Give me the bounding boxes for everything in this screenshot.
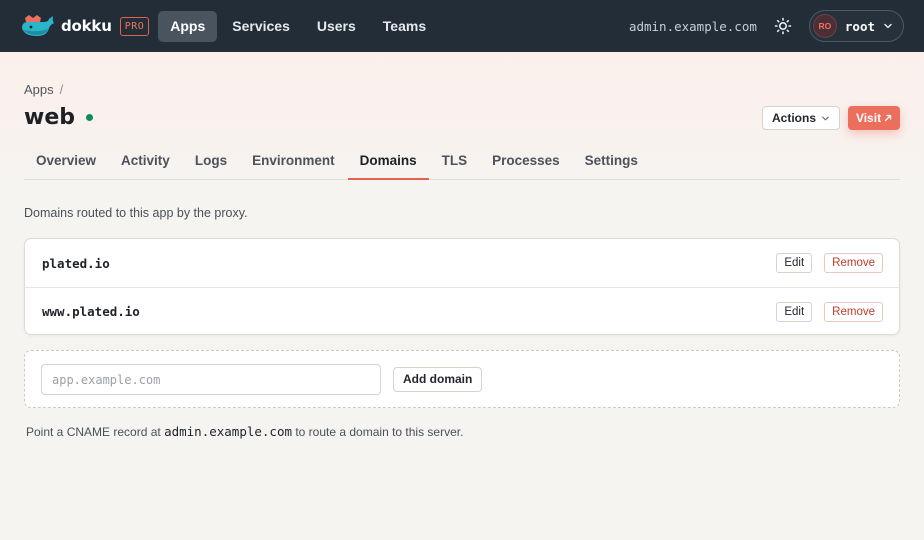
tab-processes[interactable]: Processes: [480, 142, 572, 180]
primary-nav: Apps Services Users Teams: [158, 10, 441, 42]
domain-input[interactable]: [41, 364, 381, 395]
remove-domain-button[interactable]: Remove: [824, 301, 883, 322]
domain-row: plated.io Edit Remove: [25, 239, 899, 287]
cname-hint: Point a CNAME record at admin.example.co…: [26, 424, 463, 439]
actions-dropdown-button[interactable]: Actions: [762, 106, 840, 130]
breadcrumb: Apps /: [24, 82, 63, 97]
brand-name: dokku: [61, 17, 112, 35]
domain-row-actions: Edit Remove: [776, 301, 883, 322]
visit-button[interactable]: Visit: [848, 106, 900, 130]
actions-label: Actions: [771, 111, 816, 125]
pro-badge: PRO: [119, 16, 150, 36]
tab-overview[interactable]: Overview: [24, 142, 108, 180]
edit-domain-button[interactable]: Edit: [776, 253, 813, 273]
tab-logs[interactable]: Logs: [183, 142, 239, 180]
tab-activity[interactable]: Activity: [109, 142, 182, 180]
breadcrumb-apps-link[interactable]: Apps: [24, 82, 54, 97]
breadcrumb-separator: /: [59, 82, 64, 97]
domain-row-actions: Edit Remove: [776, 253, 883, 273]
page-title: web: [24, 105, 75, 130]
tab-environment[interactable]: Environment: [240, 142, 347, 180]
nav-item-services[interactable]: Services: [220, 11, 302, 42]
chevron-down-icon: [822, 116, 829, 120]
add-domain-button[interactable]: Add domain: [393, 367, 483, 392]
nav-item-apps[interactable]: Apps: [158, 10, 218, 42]
user-menu-button[interactable]: RO root: [808, 10, 904, 42]
hint-suffix: to route a domain to this server.: [295, 425, 464, 439]
whale-logo-icon: [22, 15, 54, 36]
domain-name: plated.io: [42, 255, 110, 271]
app-tabs: Overview Activity Logs Environment Domai…: [24, 142, 900, 180]
nav-item-teams[interactable]: Teams: [371, 11, 438, 42]
status-indicator: [86, 114, 93, 121]
nav-item-users[interactable]: Users: [305, 11, 368, 42]
server-host: admin.example.com: [628, 18, 757, 34]
top-right-controls: admin.example.com RO root: [629, 10, 904, 42]
chevron-down-icon: [884, 23, 892, 29]
tab-domains[interactable]: Domains: [347, 142, 429, 180]
avatar: RO: [812, 14, 837, 38]
add-domain-form: Add domain: [24, 350, 900, 408]
tab-tls[interactable]: TLS: [430, 142, 480, 180]
edit-domain-button[interactable]: Edit: [776, 301, 813, 322]
user-name: root: [844, 18, 875, 34]
remove-domain-button[interactable]: Remove: [824, 253, 883, 273]
domain-row: www.plated.io Edit Remove: [25, 287, 899, 335]
domain-list: plated.io Edit Remove www.plated.io Edit…: [24, 238, 900, 335]
top-nav-bar: dokku PRO Apps Services Users Teams admi…: [0, 0, 924, 52]
tab-settings[interactable]: Settings: [573, 142, 650, 180]
domain-name: www.plated.io: [42, 304, 140, 319]
hint-prefix: Point a CNAME record at: [26, 425, 161, 439]
hint-host: admin.example.com: [164, 424, 292, 439]
external-link-icon: [884, 114, 892, 122]
app-title-row: web: [24, 105, 93, 130]
domains-intro: Domains routed to this app by the proxy.: [24, 206, 248, 220]
sun-icon[interactable]: [774, 17, 792, 35]
brand-link[interactable]: dokku PRO: [20, 0, 150, 52]
visit-label: Visit: [855, 111, 882, 125]
